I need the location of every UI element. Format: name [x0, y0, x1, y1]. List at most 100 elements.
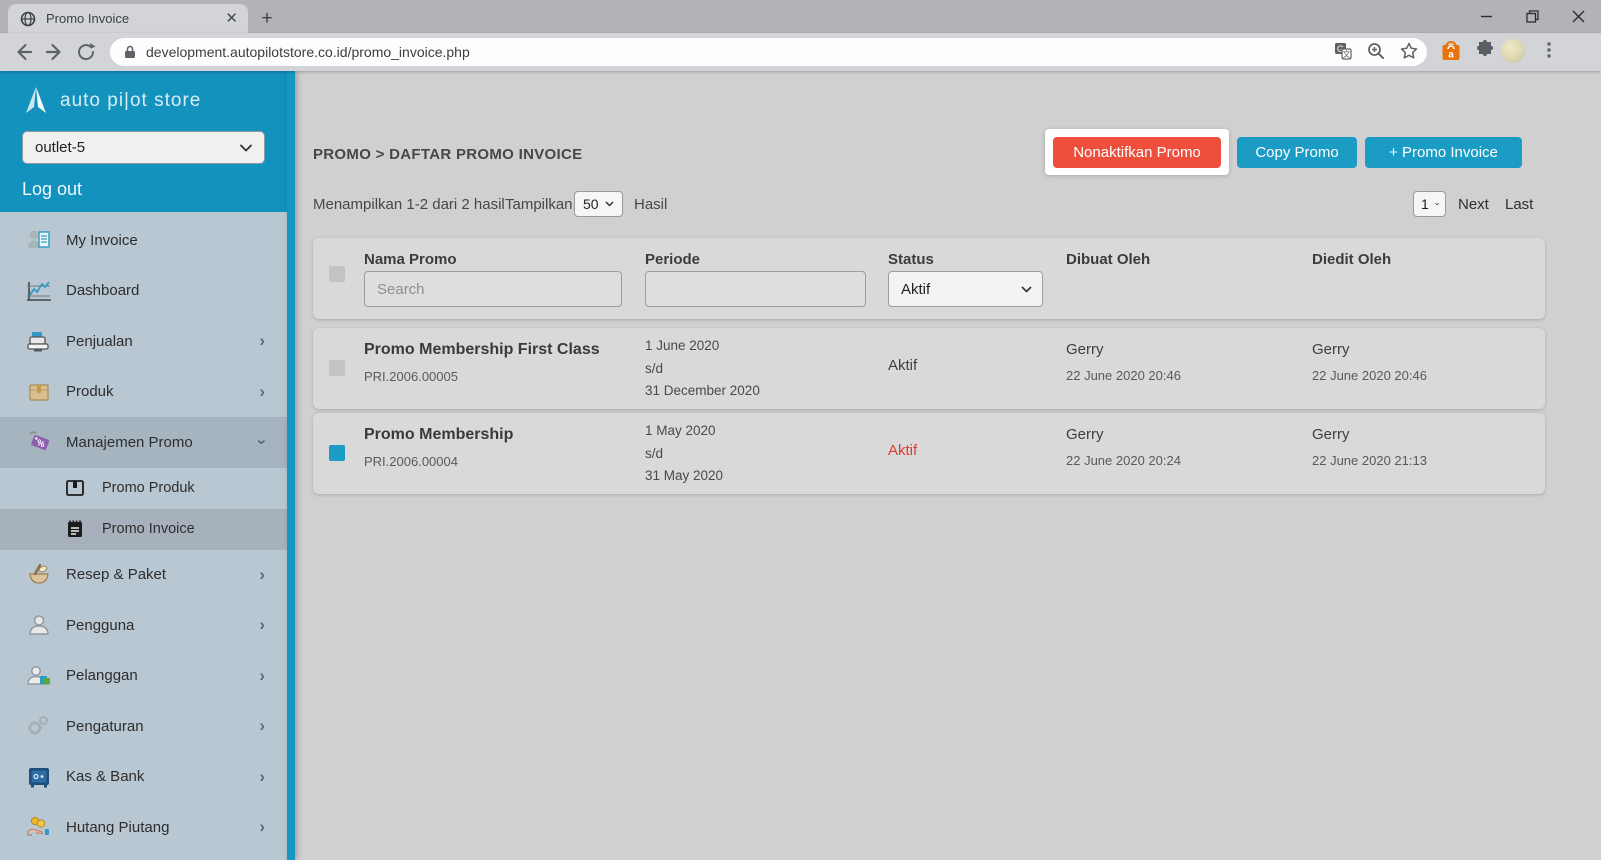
sidebar-item-label: Manajemen Promo: [66, 433, 193, 451]
promo-code: PRI.2006.00004: [364, 454, 458, 469]
chevron-down-icon: [240, 144, 252, 152]
deactivate-promo-button[interactable]: Nonaktifkan Promo: [1053, 137, 1221, 168]
window-close-button[interactable]: [1555, 0, 1601, 33]
window-restore-button[interactable]: [1509, 0, 1555, 33]
sidebar-item-label: Promo Produk: [102, 480, 195, 496]
tab-close-icon[interactable]: ✕: [225, 11, 238, 26]
sidebar-item-pelanggan[interactable]: Pelanggan ›: [0, 651, 287, 702]
nama-promo-search-input[interactable]: [364, 271, 622, 307]
tab-title: Promo Invoice: [46, 11, 130, 26]
chrome-menu-icon[interactable]: [1540, 41, 1558, 59]
created-at: 22 June 2020 20:24: [1066, 453, 1181, 468]
back-button[interactable]: [12, 41, 34, 63]
translate-icon[interactable]: G文: [1333, 41, 1353, 61]
url-text: development.autopilotstore.co.id/promo_i…: [146, 44, 470, 60]
my-invoice-icon: [26, 227, 52, 253]
forward-button[interactable]: [44, 41, 66, 63]
chevron-right-icon: ›: [259, 716, 265, 736]
row-checkbox[interactable]: [329, 445, 345, 461]
reload-button[interactable]: [75, 41, 97, 63]
sidebar-item-label: Penjualan: [66, 332, 133, 350]
window-minimize-button[interactable]: [1463, 0, 1509, 33]
sidebar-item-dashboard[interactable]: Dashboard: [0, 266, 287, 317]
sidebar-item-promo-produk[interactable]: Promo Produk: [0, 468, 287, 509]
new-tab-button[interactable]: +: [255, 7, 279, 31]
promo-tag-icon: %: [26, 429, 52, 455]
address-bar[interactable]: development.autopilotstore.co.id/promo_i…: [110, 38, 1427, 66]
edited-by: Gerry: [1312, 426, 1350, 443]
profile-avatar[interactable]: [1501, 39, 1525, 63]
results-count-text: Menampilkan 1-2 dari 2 hasil: [313, 196, 505, 213]
created-by: Gerry: [1066, 426, 1104, 443]
page-size-value: 50: [583, 196, 599, 212]
sidebar-item-label: Dashboard: [66, 282, 140, 300]
svg-text:a: a: [1448, 50, 1454, 61]
sidebar-item-kas-bank[interactable]: Kas & Bank ›: [0, 752, 287, 803]
dashboard-icon: [26, 278, 52, 304]
period-separator: s/d: [645, 360, 664, 376]
promo-name: Promo Membership First Class: [364, 341, 600, 358]
table-row[interactable]: Promo Membership PRI.2006.00004 1 May 20…: [313, 413, 1545, 494]
chevron-right-icon: ›: [259, 817, 265, 837]
sidebar-item-my-invoice[interactable]: My Invoice: [0, 215, 287, 266]
logout-link[interactable]: Log out: [22, 179, 265, 200]
periode-filter-input[interactable]: [645, 271, 866, 307]
promo-name: Promo Membership: [364, 426, 514, 443]
chevron-right-icon: ›: [259, 615, 265, 635]
page-number-select[interactable]: 1: [1413, 191, 1446, 217]
status-filter-select[interactable]: Aktif: [888, 271, 1043, 307]
store-extension-icon[interactable]: a: [1439, 39, 1463, 63]
pagination-next-link[interactable]: Next: [1458, 196, 1489, 213]
created-by: Gerry: [1066, 341, 1104, 358]
status-value: Aktif: [888, 442, 918, 459]
promo-invoice-icon: [64, 518, 86, 540]
outlet-select[interactable]: outlet-5: [22, 131, 265, 164]
select-all-checkbox[interactable]: [329, 266, 345, 282]
cash-register-icon: [26, 328, 52, 354]
period-start: 1 May 2020: [645, 423, 716, 438]
outlet-select-value: outlet-5: [35, 139, 86, 156]
browser-tab[interactable]: Promo Invoice ✕: [8, 4, 248, 33]
period-start: 1 June 2020: [645, 338, 720, 353]
sidebar-item-hutang-piutang[interactable]: Hutang Piutang ›: [0, 802, 287, 853]
zoom-indicator-icon[interactable]: [1366, 41, 1386, 61]
sidebar-item-produk[interactable]: Produk ›: [0, 367, 287, 418]
globe-favicon-icon: [20, 11, 36, 27]
row-checkbox[interactable]: [329, 360, 345, 376]
chevron-down-icon: [1435, 202, 1439, 206]
page-size-select[interactable]: 50: [574, 191, 623, 217]
status-value: Aktif: [888, 357, 918, 374]
mortar-pestle-icon: [26, 562, 52, 588]
table-row[interactable]: Promo Membership First Class PRI.2006.00…: [313, 328, 1545, 409]
promo-code: PRI.2006.00005: [364, 369, 458, 384]
sidebar-item-label: Promo Invoice: [102, 521, 195, 537]
sidebar-item-pengguna[interactable]: Pengguna ›: [0, 600, 287, 651]
sidebar-item-label: Produk: [66, 383, 114, 401]
brand-name: auto pi|ot store: [60, 90, 202, 111]
period-separator: s/d: [645, 445, 664, 461]
main-content: PROMO > DAFTAR PROMO INVOICE Nonaktifkan…: [295, 71, 1601, 860]
sidebar-item-label: My Invoice: [66, 231, 138, 249]
gear-icon: [26, 713, 52, 739]
sidebar-menu: My Invoice Dashboard Penjualan › Produk: [0, 212, 287, 853]
bookmark-star-icon[interactable]: [1399, 41, 1419, 61]
column-header-periode: Periode: [645, 251, 701, 268]
chevron-down-icon: [1021, 285, 1032, 293]
sidebar-item-pengaturan[interactable]: Pengaturan ›: [0, 701, 287, 752]
pagination-last-link[interactable]: Last: [1505, 196, 1533, 213]
sidebar-item-resep-paket[interactable]: Resep & Paket ›: [0, 550, 287, 601]
sidebar-item-label: Hutang Piutang: [66, 818, 170, 836]
status-filter-value: Aktif: [901, 280, 931, 298]
add-promo-invoice-button[interactable]: + Promo Invoice: [1365, 137, 1522, 168]
customer-icon: [26, 663, 52, 689]
breadcrumb: PROMO > DAFTAR PROMO INVOICE: [313, 146, 583, 163]
hasil-label: Hasil: [634, 196, 668, 213]
sidebar-item-label: Pengguna: [66, 616, 135, 634]
sidebar-item-promo-invoice[interactable]: Promo Invoice: [0, 508, 287, 550]
sidebar-item-manajemen-promo[interactable]: % Manajemen Promo ›: [0, 417, 287, 468]
sidebar-scrollbar[interactable]: [287, 71, 295, 860]
sidebar-item-penjualan[interactable]: Penjualan ›: [0, 316, 287, 367]
copy-promo-button[interactable]: Copy Promo: [1237, 137, 1357, 168]
sidebar: auto pi|ot store outlet-5 Log out My Inv…: [0, 71, 287, 860]
extensions-puzzle-icon[interactable]: [1474, 39, 1496, 61]
